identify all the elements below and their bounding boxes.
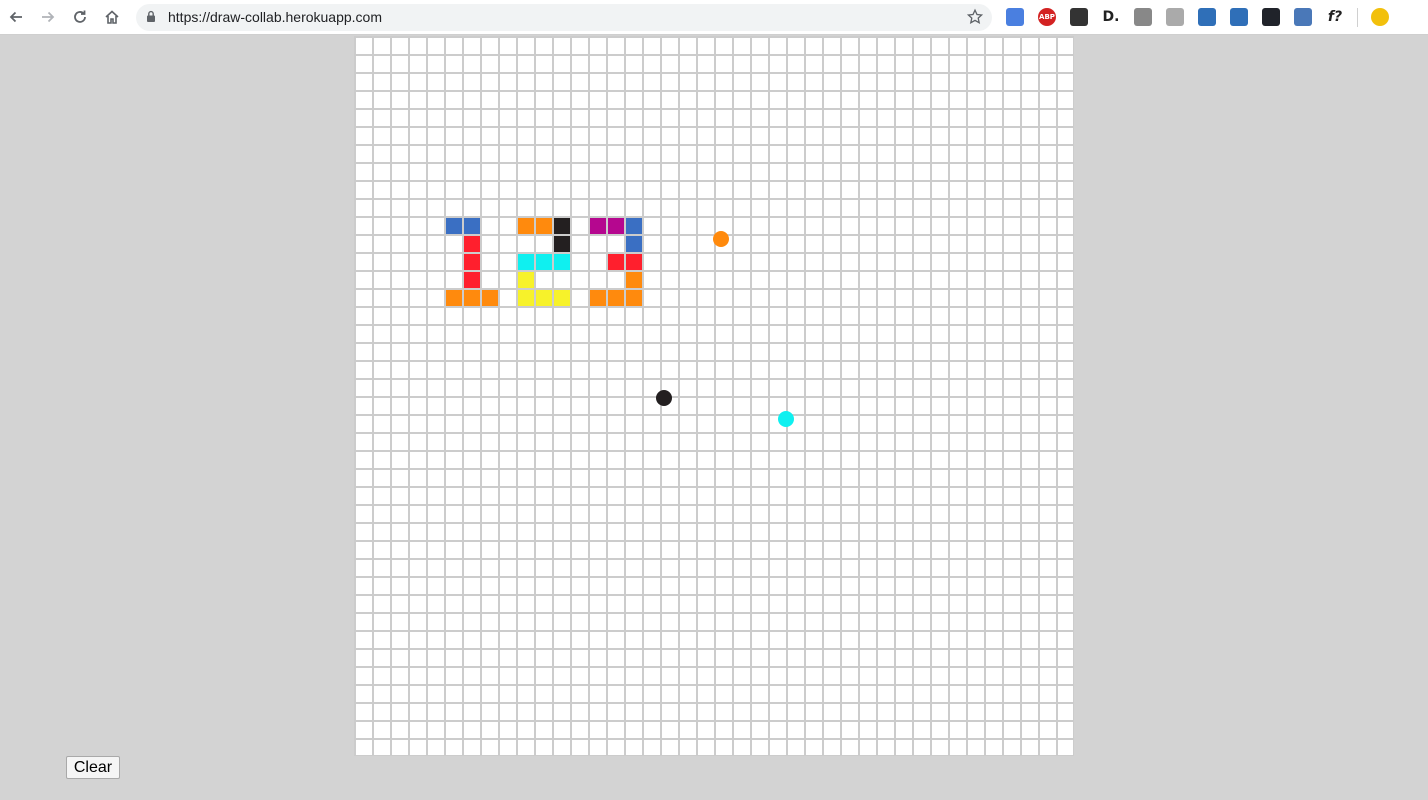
browser-toolbar: https://draw-collab.herokuapp.com ABP D. f… [0, 0, 1428, 35]
painted-cell[interactable] [516, 270, 534, 288]
painted-cell[interactable] [606, 216, 624, 234]
painted-cell[interactable] [444, 288, 462, 306]
collaborator-cursor [655, 389, 672, 406]
lock-icon [147, 10, 155, 22]
magnifier-icon[interactable] [1198, 8, 1216, 26]
painted-cell[interactable] [552, 288, 570, 306]
panel-icon[interactable] [1294, 8, 1312, 26]
painted-cell[interactable] [552, 252, 570, 270]
painted-cell[interactable] [480, 288, 498, 306]
lightbulb-icon[interactable] [1371, 8, 1389, 26]
painted-cell[interactable] [606, 288, 624, 306]
painted-cell[interactable] [534, 252, 552, 270]
painted-cell[interactable] [588, 216, 606, 234]
painted-cell[interactable] [516, 252, 534, 270]
bookmark-star-icon[interactable] [966, 8, 984, 26]
keyboard-icon[interactable] [1166, 8, 1184, 26]
painted-cell[interactable] [516, 288, 534, 306]
painted-cell[interactable] [462, 234, 480, 252]
painted-cell[interactable] [516, 216, 534, 234]
clear-button[interactable]: Clear [66, 756, 120, 779]
painted-cell[interactable] [534, 216, 552, 234]
reload-icon [74, 10, 86, 23]
reload-button[interactable] [69, 6, 91, 28]
painted-cell[interactable] [462, 216, 480, 234]
painted-cell[interactable] [444, 216, 462, 234]
forward-arrow-icon [42, 11, 55, 23]
painted-cell[interactable] [462, 288, 480, 306]
painted-cell[interactable] [534, 288, 552, 306]
forward-button[interactable] [37, 6, 59, 28]
painted-cell[interactable] [462, 270, 480, 288]
url-text: https://draw-collab.herokuapp.com [168, 9, 382, 25]
painted-cell[interactable] [624, 288, 642, 306]
painted-cell[interactable] [624, 216, 642, 234]
layout-icon[interactable] [1134, 8, 1152, 26]
painted-cell[interactable] [552, 234, 570, 252]
drawing-grid[interactable] [354, 36, 1074, 756]
translate-icon[interactable] [1006, 8, 1024, 26]
address-bar[interactable]: https://draw-collab.herokuapp.com [136, 4, 992, 31]
painted-cell[interactable] [552, 216, 570, 234]
back-arrow-icon [9, 11, 22, 23]
copy-window-icon[interactable] [1230, 8, 1248, 26]
grid-svg[interactable] [354, 36, 1074, 756]
painted-cell[interactable] [462, 252, 480, 270]
font-identifier-icon[interactable]: f? [1326, 8, 1344, 26]
d-logo-icon[interactable]: D. [1102, 8, 1120, 26]
home-button[interactable] [101, 6, 123, 28]
react-icon[interactable] [1262, 8, 1280, 26]
painted-cell[interactable] [624, 252, 642, 270]
adblock-plus-icon[interactable]: ABP [1038, 8, 1056, 26]
painted-cell[interactable] [624, 234, 642, 252]
painted-cell[interactable] [606, 252, 624, 270]
home-icon [105, 10, 119, 24]
painted-cell[interactable] [588, 288, 606, 306]
toolbar-divider [1357, 8, 1358, 27]
painted-cell[interactable] [624, 270, 642, 288]
spy-hat-icon[interactable] [1070, 8, 1088, 26]
back-button[interactable] [5, 6, 27, 28]
